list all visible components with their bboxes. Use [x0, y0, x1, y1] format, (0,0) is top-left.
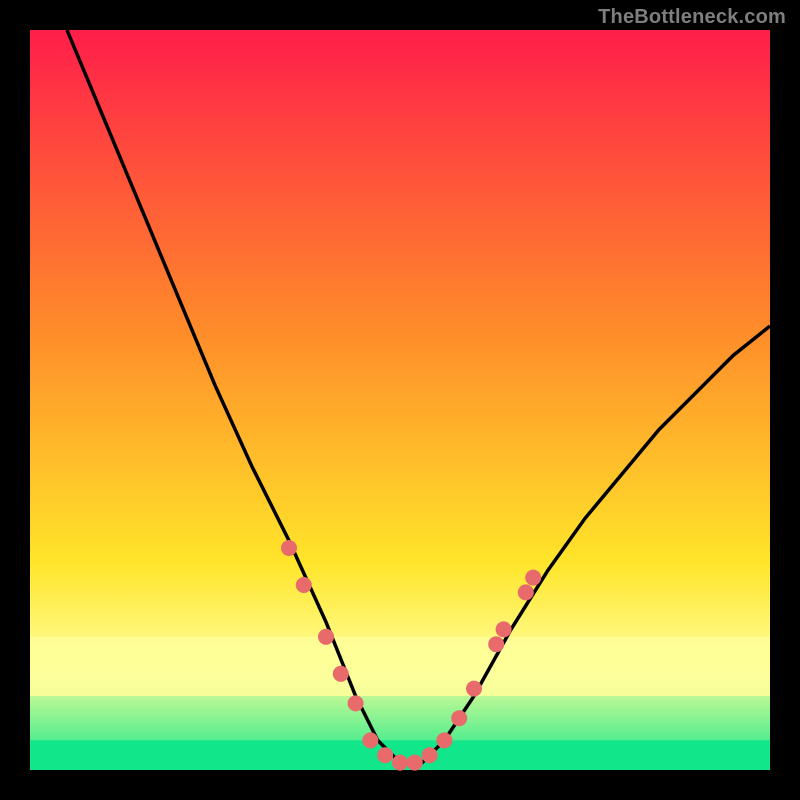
sample-dot: [436, 732, 452, 748]
sample-dot: [525, 570, 541, 586]
sample-dot: [392, 755, 408, 771]
sample-dot: [377, 747, 393, 763]
bottleneck-chart: [0, 0, 800, 800]
chart-container: TheBottleneck.com: [0, 0, 800, 800]
sample-dot: [451, 710, 467, 726]
sample-dot: [488, 636, 504, 652]
sample-dot: [496, 621, 512, 637]
attribution-label: TheBottleneck.com: [598, 6, 786, 29]
sample-dot: [296, 577, 312, 593]
sample-dot: [466, 681, 482, 697]
highlight-band: [30, 637, 770, 696]
sample-dot: [362, 732, 378, 748]
sample-dot: [407, 755, 423, 771]
sample-dot: [333, 666, 349, 682]
sample-dot: [422, 747, 438, 763]
sample-dot: [318, 629, 334, 645]
sample-dot: [348, 695, 364, 711]
sample-dot: [281, 540, 297, 556]
sample-dot: [518, 584, 534, 600]
